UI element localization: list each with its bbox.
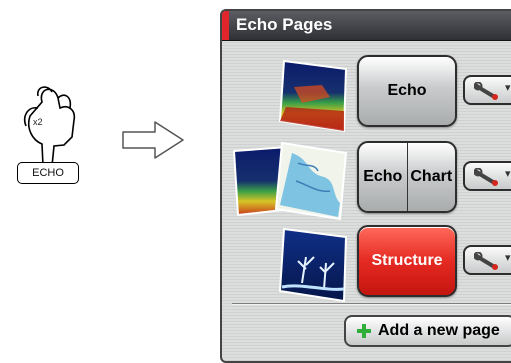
- chevron-down-icon: ▾: [505, 168, 511, 180]
- page-button-label: Echo: [387, 82, 427, 99]
- chevron-down-icon: ▾: [505, 252, 511, 264]
- echo-pages-panel: Echo Pages Echo ▾ Echo Chart ▾ Structure…: [220, 9, 511, 363]
- page-settings-button-echo-chart[interactable]: ▾: [463, 161, 511, 191]
- page-button-echo[interactable]: Echo: [357, 55, 457, 127]
- wrench-icon: [474, 252, 498, 270]
- add-new-page-button[interactable]: Add a new page: [344, 315, 511, 347]
- page-settings-button-echo[interactable]: ▾: [463, 75, 511, 105]
- divider: [232, 303, 511, 305]
- echo-key: ECHO: [17, 162, 79, 184]
- wrench-icon: [474, 168, 498, 186]
- page-button-label: Structure: [371, 252, 443, 269]
- title-accent: [222, 11, 229, 40]
- panel-title: Echo Pages: [236, 15, 333, 34]
- page-settings-button-structure[interactable]: ▾: [463, 245, 511, 275]
- page-row-echo-chart: Echo Chart ▾: [222, 133, 511, 221]
- echo-thumbnail: [278, 59, 348, 133]
- page-button-structure[interactable]: Structure: [357, 225, 457, 297]
- wrench-icon: [474, 82, 498, 100]
- page-button-label-right: Chart: [410, 168, 453, 185]
- plus-icon: [357, 324, 371, 338]
- echo-chart-thumbnail: [232, 141, 348, 221]
- chevron-down-icon: ▾: [505, 82, 511, 94]
- page-button-echo-chart[interactable]: Echo Chart: [357, 141, 457, 213]
- press-count-label: x2: [33, 117, 43, 127]
- right-arrow-icon: [122, 121, 184, 159]
- structure-thumbnail: [278, 227, 348, 303]
- add-new-page-label: Add a new page: [378, 322, 500, 339]
- panel-title-bar: Echo Pages: [222, 11, 511, 41]
- page-button-label-left: Echo: [359, 143, 408, 211]
- page-row-structure: Structure ▾: [222, 217, 511, 305]
- page-row-echo: Echo ▾: [222, 47, 511, 135]
